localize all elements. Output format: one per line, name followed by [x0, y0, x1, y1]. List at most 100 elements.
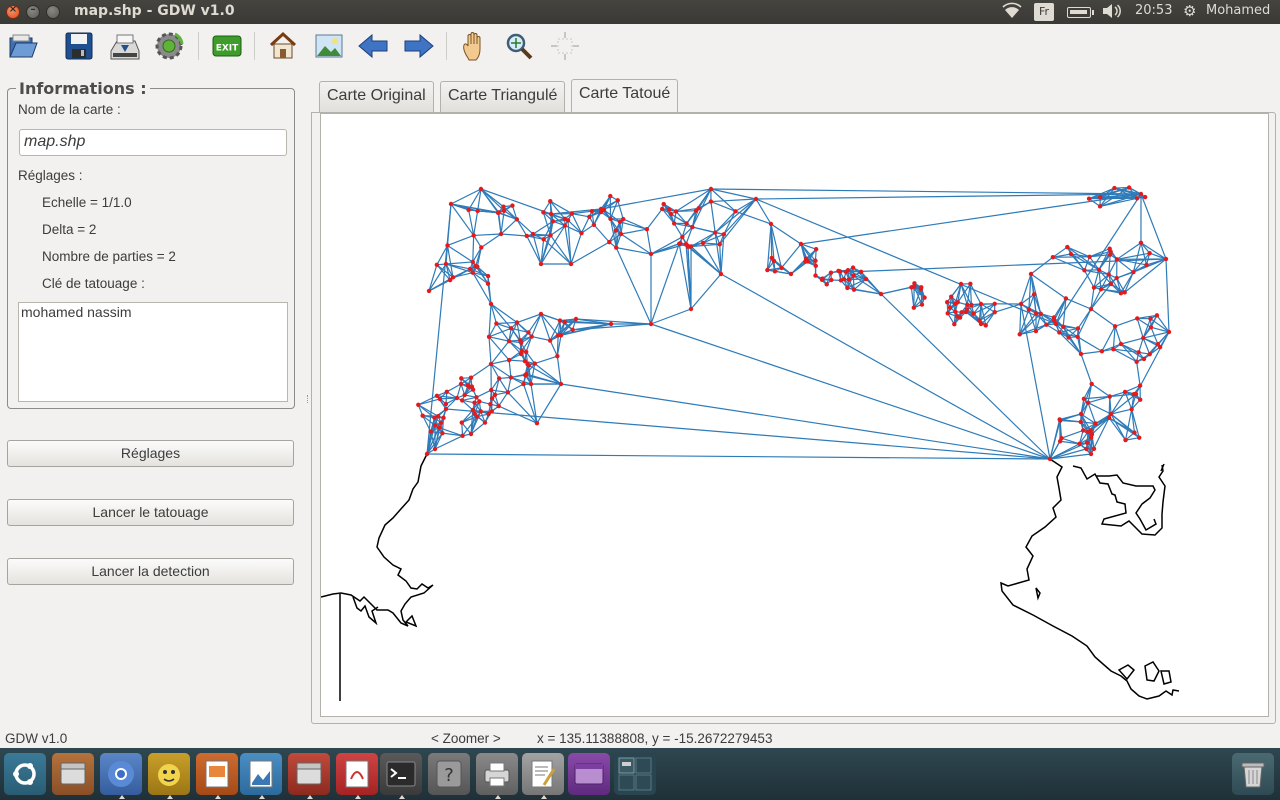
- vertex: [547, 338, 553, 343]
- triangulation-edge: [488, 303, 492, 337]
- triangulation-edge: [534, 355, 558, 365]
- map-tabs: Carte Original Carte Triangulé Carte Tat…: [311, 70, 1277, 726]
- vertex: [468, 431, 474, 437]
- vertex: [475, 264, 480, 269]
- vertex: [495, 210, 501, 215]
- user-name[interactable]: Mohamed: [1206, 3, 1270, 18]
- vertex: [845, 268, 851, 273]
- image-viewer-icon[interactable]: [240, 753, 282, 799]
- maximize-window-button[interactable]: [46, 5, 60, 19]
- files-icon[interactable]: [52, 753, 94, 795]
- island-east-2: [1144, 661, 1160, 682]
- vertex: [489, 409, 494, 414]
- triangulation-edge: [526, 234, 551, 237]
- vertex: [1131, 391, 1137, 397]
- open-icon[interactable]: [6, 29, 40, 63]
- vertex: [1065, 244, 1070, 250]
- help-icon[interactable]: ?: [428, 753, 470, 795]
- vertex: [1080, 428, 1086, 433]
- close-window-button[interactable]: ×: [6, 4, 20, 19]
- vertex: [460, 433, 465, 438]
- vertex: [474, 395, 479, 400]
- settings-icon[interactable]: [152, 29, 186, 63]
- vertex: [614, 245, 619, 250]
- forward-arrow-icon[interactable]: [402, 29, 436, 63]
- minimize-window-button[interactable]: –: [26, 4, 40, 19]
- vertex: [1052, 318, 1057, 323]
- ubuntu-dash-icon[interactable]: [4, 753, 46, 795]
- triangulation-edge: [615, 247, 652, 325]
- triangulation-edge: [426, 453, 1051, 460]
- vertex: [570, 327, 575, 333]
- vertex: [478, 409, 483, 414]
- triangulation-edge: [880, 293, 1051, 460]
- vertex: [589, 208, 595, 214]
- map-canvas[interactable]: [320, 113, 1269, 717]
- fit-extent-icon[interactable]: [548, 29, 582, 63]
- map-name-field[interactable]: map.shp: [19, 129, 287, 156]
- triangulation-edge: [472, 235, 475, 262]
- vertex: [1137, 383, 1143, 388]
- launch-detection-button[interactable]: Lancer la detection: [7, 558, 294, 585]
- exit-button[interactable]: EXIT: [210, 29, 244, 63]
- zoom-icon[interactable]: [502, 29, 536, 63]
- app-window-icon[interactable]: [568, 753, 610, 795]
- file-manager-icon[interactable]: [288, 753, 330, 799]
- vertex: [733, 209, 738, 214]
- vertex: [416, 402, 421, 407]
- vertex: [1018, 301, 1024, 307]
- vertex: [671, 221, 677, 226]
- chromium-icon[interactable]: [100, 753, 142, 799]
- home-icon[interactable]: [266, 29, 300, 63]
- tab-watermarked-map[interactable]: Carte Tatoué: [571, 79, 679, 113]
- image-icon[interactable]: [312, 29, 346, 63]
- launch-watermark-button[interactable]: Lancer le tatouage: [7, 499, 294, 526]
- printer-icon[interactable]: [476, 753, 518, 799]
- tab-original-map[interactable]: Carte Original: [319, 81, 434, 112]
- triangulation-edge: [490, 363, 512, 378]
- scanner-icon[interactable]: [108, 29, 142, 63]
- tab-triangulated-map[interactable]: Carte Triangulé: [440, 81, 566, 112]
- impress-icon[interactable]: [196, 753, 238, 799]
- keyboard-layout-indicator[interactable]: Fr: [1034, 3, 1054, 21]
- vertex: [1148, 325, 1154, 330]
- vertex: [1147, 352, 1152, 357]
- vertex: [1112, 324, 1118, 329]
- clock[interactable]: 20:53: [1135, 3, 1172, 18]
- vertex: [813, 246, 819, 252]
- settings-button[interactable]: Réglages: [7, 440, 294, 467]
- battery-icon[interactable]: [1067, 7, 1094, 18]
- parts-value: Nombre de parties = 2: [42, 249, 176, 264]
- vertex: [819, 277, 825, 283]
- vertex: [496, 376, 502, 381]
- vertex: [1163, 256, 1169, 262]
- vertex: [708, 186, 714, 192]
- text-editor-icon[interactable]: [522, 753, 564, 799]
- vertex: [673, 209, 679, 214]
- vertex: [768, 221, 774, 227]
- vertex: [525, 361, 530, 367]
- python-idle-icon[interactable]: [148, 753, 190, 799]
- vertex: [506, 338, 512, 344]
- vertex: [608, 216, 613, 221]
- watermark-key-field[interactable]: mohamed nassim: [18, 302, 288, 402]
- save-icon[interactable]: [62, 29, 96, 63]
- session-gear-icon[interactable]: ⚙: [1183, 2, 1196, 20]
- vertex: [475, 208, 480, 214]
- pan-hand-icon[interactable]: [458, 29, 492, 63]
- vertex: [458, 381, 464, 387]
- volume-icon[interactable]: [1101, 2, 1123, 24]
- back-arrow-icon[interactable]: [356, 29, 390, 63]
- trash-icon[interactable]: [1232, 753, 1274, 795]
- vertex: [952, 301, 958, 307]
- wifi-icon[interactable]: [1002, 2, 1022, 24]
- terminal-icon[interactable]: [380, 753, 422, 799]
- vertex: [1138, 191, 1144, 197]
- pdf-viewer-icon[interactable]: [336, 753, 378, 799]
- triangulation-edge: [476, 389, 492, 398]
- vertex: [1108, 411, 1114, 417]
- triangulation-edge: [531, 335, 551, 342]
- vertex: [1099, 349, 1105, 354]
- vertex: [1097, 204, 1103, 209]
- workspace-switcher-icon[interactable]: [614, 753, 656, 795]
